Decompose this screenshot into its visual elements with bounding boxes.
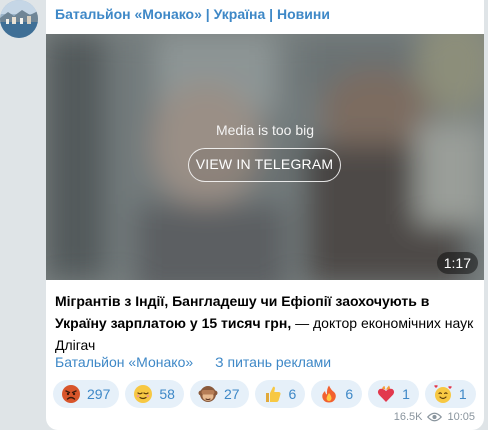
media-too-big-notice: Media is too big [215,122,315,138]
thumbs-up-icon [265,386,281,402]
reaction-heart-on-fire[interactable]: 1 [368,380,419,408]
reaction-count: 58 [159,386,175,402]
fire-icon [322,385,337,403]
reaction-angry[interactable]: 297 [53,380,120,408]
reaction-count: 6 [345,386,354,402]
angry-face-icon [62,385,80,403]
reaction-count: 1 [402,386,410,402]
reaction-smiling-hearts[interactable]: 1 [424,380,476,408]
video-preview[interactable]: Media is too big VIEW IN TELEGRAM 1:17 [46,34,484,280]
channel-link[interactable]: Батальйон «Монако» [55,354,193,370]
eye-icon [427,412,443,422]
relieved-face-icon [134,385,153,403]
channel-title[interactable]: Батальйон «Монако» | Україна | Новини [55,6,330,22]
channel-avatar[interactable] [0,0,38,38]
see-no-evil-monkey-icon [198,386,218,402]
post-text: Мігрантів з Індії, Бангладешу чи Ефіопії… [55,290,477,356]
views-count: 16.5K [393,411,423,423]
message-bubble: Батальйон «Монако» | Україна | Новини Me… [46,0,484,430]
reaction-count: 297 [87,386,111,402]
post-links: Батальйон «Монако» З питань реклами [55,354,331,370]
reaction-count: 6 [288,386,297,402]
reaction-thumbs-up[interactable]: 6 [254,380,306,408]
smiling-face-with-hearts-icon [434,385,452,403]
reaction-count: 27 [223,386,240,402]
heart-on-fire-icon [378,385,395,402]
message-meta: 16.5K 10:05 [394,411,475,423]
reaction-relieved[interactable]: 58 [125,380,184,408]
reaction-fire[interactable]: 6 [311,380,363,408]
reactions-bar: 297 58 27 6 6 1 1 [53,380,476,408]
video-duration: 1:17 [436,252,478,274]
reaction-count: 1 [458,386,467,402]
view-in-telegram-button[interactable]: VIEW IN TELEGRAM [188,148,341,182]
ads-link[interactable]: З питань реклами [215,354,331,370]
reaction-monkey[interactable]: 27 [189,380,249,408]
message-time: 10:05 [447,411,475,423]
